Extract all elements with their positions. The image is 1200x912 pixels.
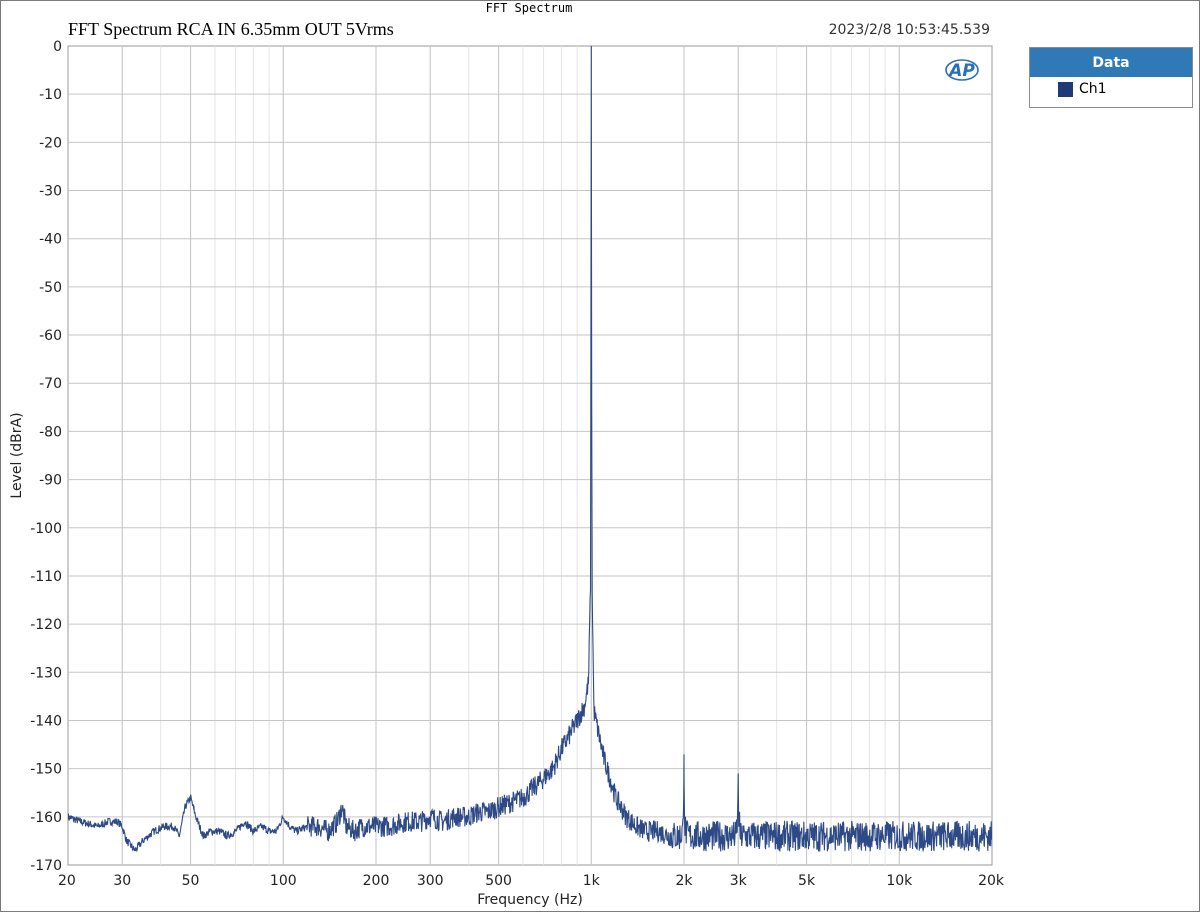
x-tick-label: 3k	[730, 873, 748, 889]
y-tick-label: -20	[39, 135, 62, 151]
y-tick-label: -40	[39, 232, 62, 248]
y-tick-label: -30	[39, 184, 62, 200]
x-tick-label: 50	[182, 873, 200, 889]
y-tick-label: 0	[53, 39, 62, 55]
x-axis-ticks: 20 30 50 100 200 300 500 1k 2k 3k 5k 10k 20k	[58, 873, 1005, 889]
x-tick-label: 5k	[798, 873, 816, 889]
y-tick-label: -160	[30, 810, 62, 826]
x-tick-label: 100	[270, 873, 297, 889]
x-tick-label: 200	[363, 873, 390, 889]
y-tick-label: -70	[39, 376, 62, 392]
ap-logo-icon: AP	[945, 59, 979, 81]
x-tick-label: 300	[417, 873, 444, 889]
y-axis-ticks: 0 -10 -20 -30 -40 -50 -60 -70 -80 -90 -100 -110 -120…	[30, 39, 62, 874]
svg-text:AP: AP	[947, 61, 975, 81]
legend-item-label: Ch1	[1079, 81, 1107, 97]
x-tick-label: 10k	[886, 873, 913, 889]
y-tick-label: -130	[30, 665, 62, 681]
x-tick-label: 30	[113, 873, 131, 889]
x-tick-label: 20	[58, 873, 76, 889]
legend-swatch	[1058, 81, 1073, 97]
x-tick-label: 2k	[675, 873, 693, 889]
x-axis-label: Frequency (Hz)	[477, 892, 583, 908]
y-tick-label: -140	[30, 713, 62, 729]
y-tick-label: -100	[30, 521, 62, 537]
y-tick-label: -110	[30, 569, 62, 585]
x-tick-label: 500	[485, 873, 512, 889]
y-tick-label: -150	[30, 762, 62, 778]
plot-area	[67, 45, 993, 866]
y-tick-label: -120	[30, 617, 62, 633]
x-tick-label: 1k	[583, 873, 601, 889]
fft-chart: 20 30 50 100 200 300 500 1k 2k 3k 5k 10k 20k 0 -10 -20…	[9, 39, 1005, 908]
y-tick-label: -80	[39, 424, 62, 440]
y-tick-label: -170	[30, 858, 62, 874]
x-tick-label: 20k	[978, 873, 1005, 889]
legend-header: Data	[1030, 48, 1192, 77]
legend: Data Ch1	[1029, 47, 1193, 108]
legend-item-ch1[interactable]: Ch1	[1030, 77, 1192, 97]
y-axis-label: Level (dBrA)	[9, 412, 25, 498]
y-tick-label: -60	[39, 328, 62, 344]
y-tick-label: -10	[39, 87, 62, 103]
y-tick-label: -50	[39, 280, 62, 296]
y-tick-label: -90	[39, 473, 62, 489]
